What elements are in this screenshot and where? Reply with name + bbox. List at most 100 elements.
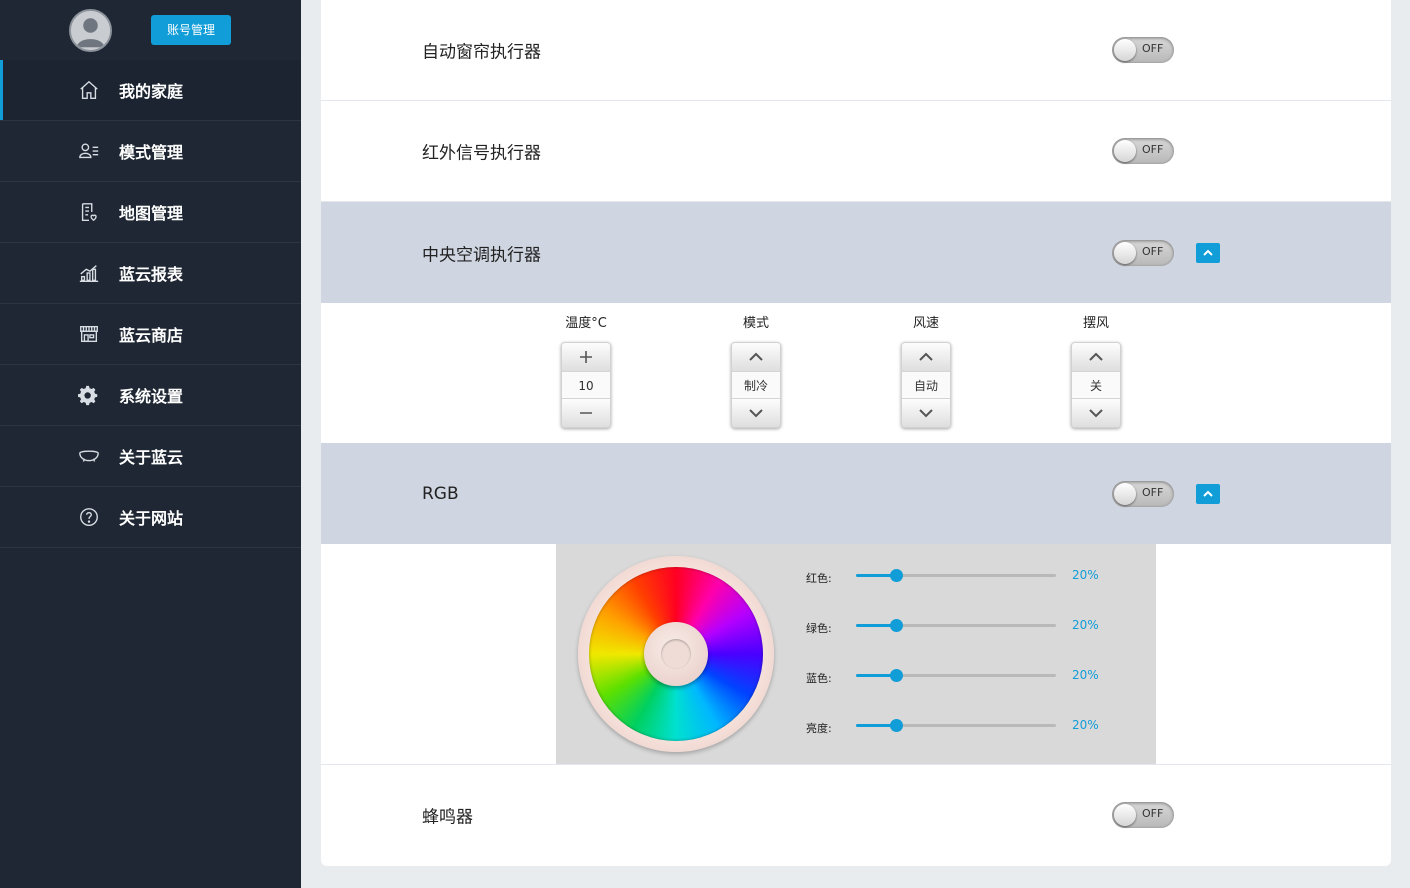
fan-speed-control: 风速 自动 — [871, 303, 981, 428]
red-slider-row: 红色: 20% — [806, 566, 1106, 586]
temperature-increase-button[interactable] — [562, 343, 610, 371]
red-slider[interactable] — [856, 569, 1056, 582]
sidebar-item-lanyun-store[interactable]: 蓝云商店 — [0, 304, 301, 365]
mode-up-button[interactable] — [732, 343, 780, 371]
sidebar-item-mode-management[interactable]: 模式管理 — [0, 121, 301, 182]
mode-down-button[interactable] — [732, 399, 780, 427]
mode-stepper: 制冷 — [731, 342, 781, 428]
slider-thumb[interactable] — [890, 619, 903, 632]
blue-slider-row: 蓝色: 20% — [806, 666, 1106, 686]
sidebar-item-label: 蓝云商店 — [119, 326, 184, 345]
sidebar-item-lanyun-report[interactable]: 蓝云报表 — [0, 243, 301, 304]
brightness-value: 20% — [1072, 718, 1099, 732]
device-name: 中央空调执行器 — [422, 245, 541, 265]
sidebar-item-label: 地图管理 — [119, 204, 184, 223]
swing-down-button[interactable] — [1072, 399, 1120, 427]
home-icon — [77, 78, 101, 102]
chart-icon — [77, 261, 101, 285]
sidebar-item-label: 关于蓝云 — [119, 448, 184, 467]
sidebar-item-label: 蓝云报表 — [119, 265, 184, 284]
sidebar-item-label: 模式管理 — [119, 143, 184, 162]
fan-speed-up-button[interactable] — [902, 343, 950, 371]
sidebar-item-label: 关于网站 — [119, 509, 184, 528]
toggle-state: OFF — [1142, 42, 1164, 55]
rgb-controls-panel: 红色: 20% 绿色: 20% 蓝色: 20% 亮度: 20% — [321, 544, 1391, 765]
swing-title: 摆风 — [1082, 316, 1109, 331]
ac-collapse-button[interactable] — [1196, 242, 1220, 263]
fan-speed-stepper: 自动 — [901, 342, 951, 428]
device-row-rgb: RGB OFF — [321, 443, 1391, 544]
sidebar-item-about-website[interactable]: 关于网站 — [0, 487, 301, 548]
cloud-icon — [77, 444, 101, 468]
blue-slider[interactable] — [856, 669, 1056, 682]
sidebar-item-my-home[interactable]: 我的家庭 — [0, 60, 301, 121]
chevron-up-icon — [919, 352, 933, 361]
fan-speed-down-button[interactable] — [902, 399, 950, 427]
brightness-label: 亮度: — [806, 722, 832, 735]
color-wheel-center-button[interactable] — [644, 622, 708, 686]
user-avatar-icon — [71, 11, 110, 50]
rgb-collapse-button[interactable] — [1196, 483, 1220, 504]
infrared-toggle[interactable]: OFF — [1112, 138, 1174, 164]
chevron-up-icon — [1089, 352, 1103, 361]
toggle-state: OFF — [1142, 244, 1164, 258]
store-icon — [77, 322, 101, 346]
device-name: RGB — [422, 483, 459, 504]
device-name: 红外信号执行器 — [422, 143, 541, 164]
color-wheel-spectrum — [589, 567, 763, 741]
brightness-slider-row: 亮度: 20% — [806, 716, 1106, 736]
red-label: 红色: — [806, 572, 832, 585]
curtain-toggle[interactable]: OFF — [1112, 37, 1174, 63]
slider-thumb[interactable] — [890, 719, 903, 732]
temperature-stepper: 10 — [561, 342, 611, 428]
toggle-knob — [1114, 140, 1136, 162]
swing-up-button[interactable] — [1072, 343, 1120, 371]
device-row-buzzer: 蜂鸣器 OFF — [321, 765, 1391, 865]
fan-speed-value: 自动 — [902, 371, 950, 399]
temperature-decrease-button[interactable] — [562, 399, 610, 427]
green-label: 绿色: — [806, 622, 832, 635]
toggle-knob — [1114, 482, 1136, 505]
account-management-button[interactable]: 账号管理 — [151, 15, 231, 45]
device-row-curtain: 自动窗帘执行器 OFF — [321, 0, 1391, 101]
buzzer-toggle[interactable]: OFF — [1112, 802, 1174, 828]
gear-icon — [77, 383, 101, 407]
device-row-ac: 中央空调执行器 OFF — [321, 202, 1391, 303]
color-wheel-center-dot — [661, 639, 691, 669]
sidebar-item-map-management[interactable]: 地图管理 — [0, 182, 301, 243]
sidebar-item-system-settings[interactable]: 系统设置 — [0, 365, 301, 426]
plus-icon — [580, 351, 592, 363]
temperature-value: 10 — [562, 371, 610, 399]
slider-thumb[interactable] — [890, 669, 903, 682]
green-value: 20% — [1072, 618, 1099, 632]
swing-stepper: 关 — [1071, 342, 1121, 428]
temperature-control: 温度°C 10 — [531, 303, 641, 428]
mode-value: 制冷 — [732, 371, 780, 399]
toggle-knob — [1114, 241, 1136, 264]
brightness-slider[interactable] — [856, 719, 1056, 732]
chevron-down-icon — [919, 409, 933, 418]
sidebar-header: 账号管理 — [0, 0, 301, 60]
device-name: 自动窗帘执行器 — [422, 42, 541, 63]
blue-value: 20% — [1072, 668, 1099, 682]
green-slider[interactable] — [856, 619, 1056, 632]
rgb-toggle[interactable]: OFF — [1112, 480, 1174, 507]
slider-thumb[interactable] — [890, 569, 903, 582]
blue-label: 蓝色: — [806, 672, 832, 685]
user-list-icon — [77, 139, 101, 163]
ac-controls-panel: 温度°C 10 模式 制冷 风速 自动 摆风 关 — [321, 303, 1391, 443]
chevron-down-icon — [1089, 409, 1103, 418]
sidebar-item-about-lanyun[interactable]: 关于蓝云 — [0, 426, 301, 487]
sidebar-nav: 我的家庭 模式管理 地图管理 蓝云报表 蓝云商店 系统设置 关于蓝云 关于网站 — [0, 60, 301, 548]
mode-title: 模式 — [742, 316, 769, 331]
device-name: 蜂鸣器 — [422, 807, 473, 828]
color-wheel[interactable] — [578, 556, 774, 752]
map-doc-icon — [77, 200, 101, 224]
device-row-infrared: 红外信号执行器 OFF — [321, 101, 1391, 202]
avatar[interactable] — [69, 9, 112, 52]
green-slider-row: 绿色: 20% — [806, 616, 1106, 636]
toggle-state: OFF — [1142, 807, 1164, 820]
rgb-controls-box: 红色: 20% 绿色: 20% 蓝色: 20% 亮度: 20% — [556, 544, 1156, 764]
ac-toggle[interactable]: OFF — [1112, 239, 1174, 266]
minus-icon — [580, 412, 592, 414]
